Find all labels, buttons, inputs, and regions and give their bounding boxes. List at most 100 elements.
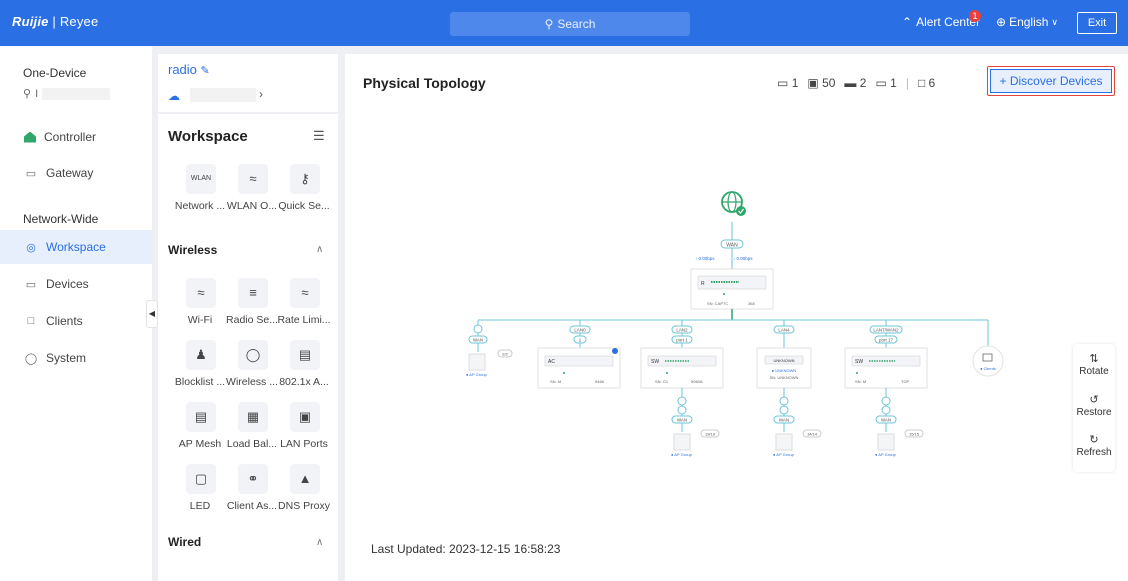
bell-icon: ⌃: [902, 15, 913, 29]
rotate-button[interactable]: ⇅ Rotate: [1073, 352, 1115, 377]
ap-group-badge: 14/14: [807, 432, 818, 437]
sidebar-item-label: Devices: [46, 277, 89, 291]
chevron-up-icon[interactable]: ∧: [316, 244, 323, 255]
upload-rate: ↑ 0.00bps: [695, 256, 715, 261]
clients-label: ● Clients: [980, 366, 996, 371]
sidebar-item-label: Clients: [46, 314, 83, 328]
workspace-panel: radio ✎ ☁ › Workspace ☰ WLAN Network ...…: [158, 46, 338, 581]
tile-wireless-security[interactable]: ◯ Wireless ...: [226, 340, 278, 388]
ap-group-label: ● AP Group: [773, 452, 795, 457]
mesh-icon: ▤: [186, 402, 216, 432]
collapse-sidebar-button[interactable]: ◀: [146, 300, 158, 328]
tile-led[interactable]: ▢ LED: [178, 464, 222, 512]
sidebar-item-gateway[interactable]: ▭ Gateway: [0, 156, 152, 190]
tile-dns-proxy[interactable]: ▲ DNS Proxy: [278, 464, 330, 512]
tile-8021x[interactable]: ▤ 802.1x A...: [279, 340, 329, 388]
exit-button[interactable]: Exit: [1077, 12, 1117, 34]
device-sn-tail: TGP: [901, 379, 910, 384]
home-icon: [24, 131, 36, 143]
wireless-group-title: Wireless: [168, 243, 218, 257]
sliders-icon: ≡: [238, 278, 268, 308]
sidebar-item-label: Gateway: [46, 166, 94, 180]
gateway-device[interactable]: R SN: CAP7C 368: [690, 268, 774, 310]
edit-icon[interactable]: ✎: [201, 65, 210, 77]
tile-wifi[interactable]: ≈ Wi-Fi: [178, 278, 222, 326]
globe-icon: ⊕: [996, 15, 1007, 29]
port-sub-label: port 17: [879, 338, 894, 343]
list-icon[interactable]: ☰: [313, 128, 325, 144]
language-selector[interactable]: ⊕ English ∨: [996, 15, 1058, 29]
tile-label: 802.1x A...: [279, 376, 329, 388]
internet-node[interactable]: [721, 191, 746, 216]
chevron-up-icon[interactable]: ∧: [316, 537, 323, 548]
tile-network[interactable]: WLAN Network ...: [175, 164, 225, 212]
wifi-qos-icon: ≈: [290, 278, 320, 308]
unknown-device[interactable]: UNKNOWN ● UNKNOWN SN: UNKNOWN: [756, 347, 812, 389]
chevron-right-icon[interactable]: ›: [259, 87, 263, 101]
chevron-down-icon: ∨: [1051, 16, 1059, 27]
sidebar-item-system[interactable]: ◯ System: [0, 341, 152, 375]
brand-logo[interactable]: Ruijie | Reyee: [12, 14, 98, 29]
device-status: ● UNKNOWN: [772, 368, 797, 373]
clients-icon: □: [27, 315, 35, 327]
network-wide-heading: Network-Wide: [23, 212, 99, 226]
sidebar-item-workspace[interactable]: ◎ Workspace: [0, 230, 152, 264]
device-selector[interactable]: ⚲ I: [23, 87, 111, 100]
device-sn: SN: M: [855, 379, 866, 384]
device-model: SW: [651, 359, 659, 365]
ap-group-node[interactable]: 19/19 ● AP Group: [671, 429, 720, 457]
tile-radio-settings[interactable]: ≡ Radio Se...: [226, 278, 278, 326]
search-bar[interactable]: ⚲ Search: [450, 12, 690, 36]
switch-device[interactable]: SW SN: M TGP: [844, 347, 928, 389]
tile-label: LAN Ports: [280, 438, 328, 450]
port-sub-label: port 1: [676, 338, 688, 343]
tile-ap-mesh[interactable]: ▤ AP Mesh: [178, 402, 222, 450]
tile-quick-setup[interactable]: ⚷ Quick Se...: [278, 164, 330, 212]
network-name-label: radio: [168, 62, 197, 77]
tile-rate-limit[interactable]: ≈ Rate Limi...: [277, 278, 331, 326]
tile-blocklist[interactable]: ♟ Blocklist ...: [175, 340, 225, 388]
brand-separator: |: [48, 14, 60, 29]
search-label: Search: [557, 17, 596, 31]
port-label: LAN0: [574, 328, 586, 333]
tile-lan-ports[interactable]: ▣ LAN Ports: [280, 402, 328, 450]
switch-device[interactable]: SW SN: G1 5060A: [640, 347, 724, 389]
port-label: LAN2: [676, 328, 688, 333]
rotate-label: Rotate: [1079, 366, 1109, 377]
tile-client-association[interactable]: ⚭ Client As...: [227, 464, 277, 512]
device-model: AC: [548, 359, 555, 365]
ap-group-badge: 15/15: [909, 432, 920, 437]
sidebar-item-devices[interactable]: ▭ Devices: [0, 267, 152, 301]
devices-icon: ▭: [25, 278, 37, 291]
led-icon: ▢: [186, 464, 216, 494]
wan-label: WAN: [779, 418, 789, 423]
restore-button[interactable]: ↺ Restore: [1073, 393, 1115, 418]
tile-wlan[interactable]: ≈ WLAN O...: [227, 164, 277, 212]
device-model: UNKNOWN: [773, 358, 794, 363]
topology-panel: Physical Topology ▭ 1 ▣ 50 ▬ 2 ▭ 1 | □ 6…: [345, 54, 1128, 581]
ap-group-label: ● AP Group: [671, 452, 693, 457]
ap-group-node[interactable]: 15/15 ● AP Group: [875, 429, 924, 457]
refresh-icon: ↻: [1089, 434, 1099, 446]
tile-label: Quick Se...: [278, 200, 330, 212]
tile-load-balance[interactable]: ▦ Load Bal...: [227, 402, 277, 450]
sidebar-item-clients[interactable]: □ Clients: [0, 304, 152, 338]
ap-group-node[interactable]: 2/2 ● AP Group: [466, 349, 513, 377]
system-icon: ◯: [24, 352, 38, 365]
ac-device[interactable]: AC SN: M 5466: [537, 347, 621, 389]
refresh-button[interactable]: ↻ Refresh: [1073, 433, 1115, 458]
network-name[interactable]: radio ✎: [168, 62, 210, 77]
sidebar-item-label: System: [46, 351, 87, 365]
topology-tools: ⇅ Rotate ↺ Restore ↻ Refresh: [1073, 344, 1115, 472]
dns-icon: ▲: [290, 464, 320, 494]
network-header: radio ✎ ☁ ›: [158, 54, 338, 112]
ap-group-node[interactable]: 14/14 ● AP Group: [773, 429, 822, 457]
tile-label: DNS Proxy: [278, 500, 330, 512]
device-sn: SN: G1: [655, 379, 669, 384]
wired-group-title: Wired: [168, 535, 202, 549]
load-balance-icon: ▦: [238, 402, 268, 432]
wan-label: WAN: [473, 338, 483, 343]
brand-logo-mark: Ruijie: [12, 14, 49, 29]
clients-node[interactable]: ● Clients: [972, 345, 1004, 377]
sidebar-item-controller[interactable]: Controller: [0, 120, 152, 154]
